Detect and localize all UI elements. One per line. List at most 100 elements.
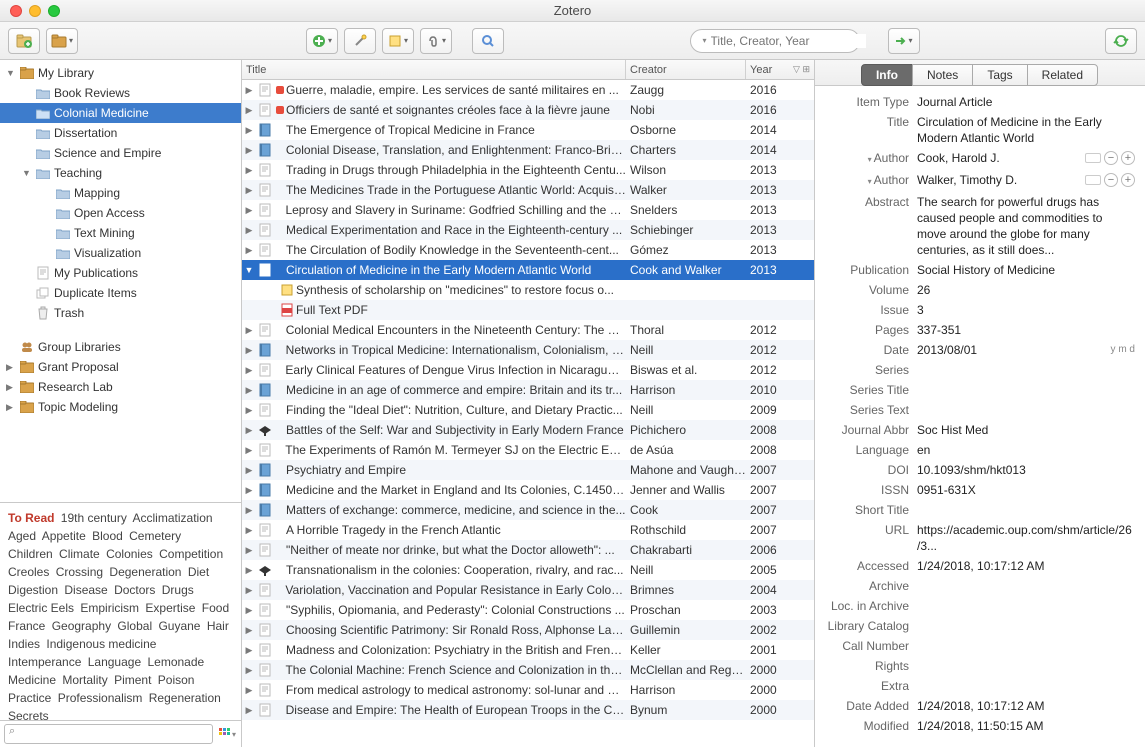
disclosure-triangle[interactable]: ▶ bbox=[242, 405, 256, 416]
disclosure-triangle[interactable]: ▶ bbox=[242, 205, 256, 216]
locate-button[interactable]: ▾ bbox=[888, 28, 920, 54]
field-issn[interactable]: 0951-631X bbox=[917, 482, 1135, 498]
field-volume[interactable]: 26 bbox=[917, 282, 1135, 298]
list-item[interactable]: ▶"Syphilis, Opiomania, and Pederasty": C… bbox=[242, 600, 814, 620]
tag[interactable]: Professionalism bbox=[58, 691, 143, 705]
field-accessed[interactable]: 1/24/2018, 10:17:12 AM bbox=[917, 558, 1135, 574]
list-item[interactable]: ▶Variolation, Vaccination and Popular Re… bbox=[242, 580, 814, 600]
list-item-child[interactable]: Synthesis of scholarship on "medicines" … bbox=[242, 280, 814, 300]
list-item[interactable]: ▶Medical Experimentation and Race in the… bbox=[242, 220, 814, 240]
tag[interactable]: Colonies bbox=[106, 547, 153, 561]
tag[interactable]: Intemperance bbox=[8, 655, 81, 669]
disclosure-triangle[interactable]: ▶ bbox=[242, 85, 256, 96]
list-item-child[interactable]: Full Text PDF bbox=[242, 300, 814, 320]
tag-filter-input[interactable] bbox=[9, 725, 196, 737]
close-window-button[interactable] bbox=[10, 5, 22, 17]
new-collection-button[interactable] bbox=[8, 28, 40, 54]
list-item[interactable]: ▶Psychiatry and EmpireMahone and Vaughan… bbox=[242, 460, 814, 480]
tag[interactable]: Creoles bbox=[8, 565, 49, 579]
list-item[interactable]: ▼Circulation of Medicine in the Early Mo… bbox=[242, 260, 814, 280]
disclosure-triangle[interactable]: ▶ bbox=[242, 625, 256, 636]
my-publications[interactable]: My Publications bbox=[0, 263, 241, 283]
list-item[interactable]: ▶A Horrible Tragedy in the French Atlant… bbox=[242, 520, 814, 540]
advanced-search-button[interactable] bbox=[472, 28, 504, 54]
disclosure-triangle[interactable]: ▶ bbox=[242, 585, 256, 596]
disclosure-triangle[interactable]: ▶ bbox=[242, 325, 256, 336]
list-item[interactable]: ▶Trading in Drugs through Philadelphia i… bbox=[242, 160, 814, 180]
tag[interactable]: Piment bbox=[114, 673, 151, 687]
field-doi[interactable]: 10.1093/shm/hkt013 bbox=[917, 462, 1135, 478]
disclosure-triangle[interactable]: ▶ bbox=[242, 185, 256, 196]
disclosure-triangle[interactable]: ▶ bbox=[242, 485, 256, 496]
list-item[interactable]: ▶Transnationalism in the colonies: Coope… bbox=[242, 560, 814, 580]
disclosure-triangle[interactable]: ▶ bbox=[242, 125, 256, 136]
list-item[interactable]: ▶Finding the "Ideal Diet": Nutrition, Cu… bbox=[242, 400, 814, 420]
tag[interactable]: Medicine bbox=[8, 673, 56, 687]
field-abstract[interactable]: The search for powerful drugs has caused… bbox=[917, 194, 1135, 258]
collection-dissertation[interactable]: Dissertation bbox=[0, 123, 241, 143]
tag[interactable]: Global bbox=[117, 619, 152, 633]
duplicate-items[interactable]: Duplicate Items bbox=[0, 283, 241, 303]
tag[interactable]: 19th century bbox=[61, 511, 127, 525]
tag[interactable]: Degeneration bbox=[109, 565, 181, 579]
list-item[interactable]: ▶Battles of the Self: War and Subjectivi… bbox=[242, 420, 814, 440]
collection-text-mining[interactable]: Text Mining bbox=[0, 223, 241, 243]
field-title[interactable]: Circulation of Medicine in the Early Mod… bbox=[917, 114, 1135, 146]
tag[interactable]: To Read bbox=[8, 511, 54, 525]
new-note-button[interactable]: ▾ bbox=[382, 28, 414, 54]
disclosure-triangle[interactable]: ▶ bbox=[242, 505, 256, 516]
creator-add-button[interactable]: + bbox=[1121, 173, 1135, 187]
disclosure-triangle[interactable]: ▶ bbox=[242, 165, 256, 176]
group-topic-modeling[interactable]: ▶ Topic Modeling bbox=[0, 397, 241, 417]
add-by-identifier-button[interactable] bbox=[344, 28, 376, 54]
list-item[interactable]: ▶Choosing Scientific Patrimony: Sir Rona… bbox=[242, 620, 814, 640]
field-journal-abbr[interactable]: Soc Hist Med bbox=[917, 422, 1135, 438]
disclosure-triangle[interactable]: ▶ bbox=[242, 225, 256, 236]
disclosure-triangle[interactable]: ▶ bbox=[242, 105, 256, 116]
tag[interactable]: Guyane bbox=[158, 619, 200, 633]
field-pages[interactable]: 337-351 bbox=[917, 322, 1135, 338]
list-item[interactable]: ▶From medical astrology to medical astro… bbox=[242, 680, 814, 700]
list-item[interactable]: ▶Colonial Medical Encounters in the Nine… bbox=[242, 320, 814, 340]
tag-selector-menu[interactable]: ▾ bbox=[217, 724, 237, 744]
creator-remove-button[interactable]: − bbox=[1104, 151, 1118, 165]
disclosure-triangle[interactable]: ▶ bbox=[242, 545, 256, 556]
sync-button[interactable] bbox=[1105, 28, 1137, 54]
tab-notes[interactable]: Notes bbox=[912, 64, 973, 86]
disclosure-triangle[interactable]: ▼ bbox=[242, 265, 256, 275]
list-item[interactable]: ▶The Experiments of Ramón M. Termeyer SJ… bbox=[242, 440, 814, 460]
group-grant-proposal[interactable]: ▶ Grant Proposal bbox=[0, 357, 241, 377]
list-item[interactable]: ▶The Emergence of Tropical Medicine in F… bbox=[242, 120, 814, 140]
disclosure-triangle[interactable]: ▶ bbox=[242, 445, 256, 456]
collection-visualization[interactable]: Visualization bbox=[0, 243, 241, 263]
list-item[interactable]: ▶Guerre, maladie, empire. Les services d… bbox=[242, 80, 814, 100]
tag[interactable]: Doctors bbox=[114, 583, 155, 597]
tag[interactable]: Diet bbox=[188, 565, 209, 579]
disclosure-triangle[interactable]: ▶ bbox=[242, 525, 256, 536]
column-header-creator[interactable]: Creator bbox=[626, 60, 746, 79]
list-item[interactable]: ▶Leprosy and Slavery in Suriname: Godfri… bbox=[242, 200, 814, 220]
tag[interactable]: Language bbox=[88, 655, 141, 669]
collection-teaching[interactable]: ▼ Teaching bbox=[0, 163, 241, 183]
field-url[interactable]: https://academic.oup.com/shm/article/26/… bbox=[917, 522, 1135, 554]
list-item[interactable]: ▶The Medicines Trade in the Portuguese A… bbox=[242, 180, 814, 200]
tag[interactable]: Electric Eels bbox=[8, 601, 74, 615]
list-item[interactable]: ▶Networks in Tropical Medicine: Internat… bbox=[242, 340, 814, 360]
disclosure-triangle[interactable]: ▶ bbox=[242, 705, 256, 716]
creator-remove-button[interactable]: − bbox=[1104, 173, 1118, 187]
field-publication[interactable]: Social History of Medicine bbox=[917, 262, 1135, 278]
tag[interactable]: Climate bbox=[59, 547, 100, 561]
tag[interactable]: Mortality bbox=[62, 673, 107, 687]
disclosure-triangle[interactable]: ▶ bbox=[242, 385, 256, 396]
tag[interactable]: Disease bbox=[64, 583, 107, 597]
field-issue[interactable]: 3 bbox=[917, 302, 1135, 318]
field-date[interactable]: 2013/08/01 bbox=[917, 342, 977, 358]
disclosure-triangle[interactable]: ▶ bbox=[242, 665, 256, 676]
minimize-window-button[interactable] bbox=[29, 5, 41, 17]
collection-colonial-medicine[interactable]: Colonial Medicine bbox=[0, 103, 241, 123]
group-research-lab[interactable]: ▶ Research Lab bbox=[0, 377, 241, 397]
tag[interactable]: Regeneration bbox=[149, 691, 221, 705]
tag[interactable]: Food bbox=[202, 601, 229, 615]
column-header-year[interactable]: Year ▽ ⊞ bbox=[746, 60, 814, 79]
my-library[interactable]: ▼ My Library bbox=[0, 63, 241, 83]
